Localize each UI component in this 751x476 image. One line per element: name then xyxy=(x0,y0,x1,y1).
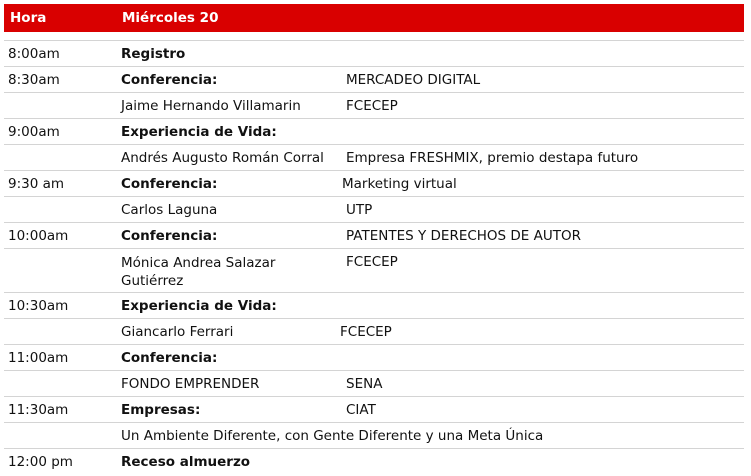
speaker-row: Andrés Augusto Román Corral Empresa FRES… xyxy=(4,144,744,170)
speaker-row: Giancarlo Ferrari FCECEP xyxy=(4,318,744,344)
hora-column-header: Hora xyxy=(10,10,47,26)
time-label: 10:30am xyxy=(8,298,69,314)
session-topic: CIAT xyxy=(346,402,376,418)
session-title: Registro xyxy=(121,46,186,62)
session-title: Conferencia: xyxy=(121,72,218,88)
speaker-organization: FCECEP xyxy=(346,254,398,270)
session-title: Empresas: xyxy=(121,402,201,418)
day-column-header: Miércoles 20 xyxy=(122,10,219,26)
time-label: 11:00am xyxy=(8,350,69,366)
schedule-row-0900: 9:00am Experiencia de Vida: xyxy=(4,118,744,144)
schedule-row-0800: 8:00am Registro xyxy=(4,40,744,66)
session-title: Experiencia de Vida: xyxy=(121,298,277,314)
speaker-row: FONDO EMPRENDER SENA xyxy=(4,370,744,396)
speaker-name: Mónica Andrea Salazar Gutiérrez xyxy=(121,255,276,289)
time-label: 8:00am xyxy=(8,46,60,62)
time-label: 8:30am xyxy=(8,72,60,88)
time-label: 10:00am xyxy=(8,228,69,244)
session-topic: Marketing virtual xyxy=(342,176,457,192)
schedule-row-0830: 8:30am Conferencia: MERCADEO DIGITAL xyxy=(4,66,744,92)
speaker-organization: SENA xyxy=(346,376,383,392)
speaker-organization: FCECEP xyxy=(346,98,398,114)
time-label: 12:00 pm xyxy=(8,454,73,470)
session-title: Conferencia: xyxy=(121,228,218,244)
speaker-name: FONDO EMPRENDER xyxy=(121,376,260,392)
schedule-row-0930: 9:30 am Conferencia: Marketing virtual xyxy=(4,170,744,196)
speaker-name: Jaime Hernando Villamarin xyxy=(121,98,301,114)
description-row: Un Ambiente Diferente, con Gente Diferen… xyxy=(4,422,744,448)
speaker-name: Carlos Laguna xyxy=(121,202,218,218)
time-label: 9:30 am xyxy=(8,176,65,192)
session-topic: MERCADEO DIGITAL xyxy=(346,72,481,88)
speaker-organization: FCECEP xyxy=(340,324,392,340)
session-title: Receso almuerzo xyxy=(121,454,251,470)
speaker-row: Jaime Hernando Villamarin FCECEP xyxy=(4,92,744,118)
time-label: 11:30am xyxy=(8,402,69,418)
speaker-organization: Empresa FRESHMIX, premio destapa futuro xyxy=(346,150,639,166)
schedule-row-1130: 11:30am Empresas: CIAT xyxy=(4,396,744,422)
session-topic: PATENTES Y DERECHOS DE AUTOR xyxy=(346,228,581,244)
speaker-name: Giancarlo Ferrari xyxy=(121,324,234,340)
schedule-row-1030: 10:30am Experiencia de Vida: xyxy=(4,292,744,318)
time-label: 9:00am xyxy=(8,124,60,140)
schedule-row-1200: 12:00 pm Receso almuerzo xyxy=(4,448,744,474)
schedule-row-1000: 10:00am Conferencia: PATENTES Y DERECHOS… xyxy=(4,222,744,248)
speaker-name: Andrés Augusto Román Corral xyxy=(121,150,324,166)
speaker-row: Carlos Laguna UTP xyxy=(4,196,744,222)
company-slogan: Un Ambiente Diferente, con Gente Diferen… xyxy=(121,428,544,444)
speaker-row: Mónica Andrea Salazar Gutiérrez FCECEP xyxy=(4,248,744,292)
schedule-row-1100: 11:00am Conferencia: xyxy=(4,344,744,370)
schedule-header: Hora Miércoles 20 xyxy=(4,4,744,32)
speaker-organization: UTP xyxy=(346,202,373,218)
session-title: Conferencia: xyxy=(121,176,218,192)
session-title: Conferencia: xyxy=(121,350,218,366)
session-title: Experiencia de Vida: xyxy=(121,124,277,140)
